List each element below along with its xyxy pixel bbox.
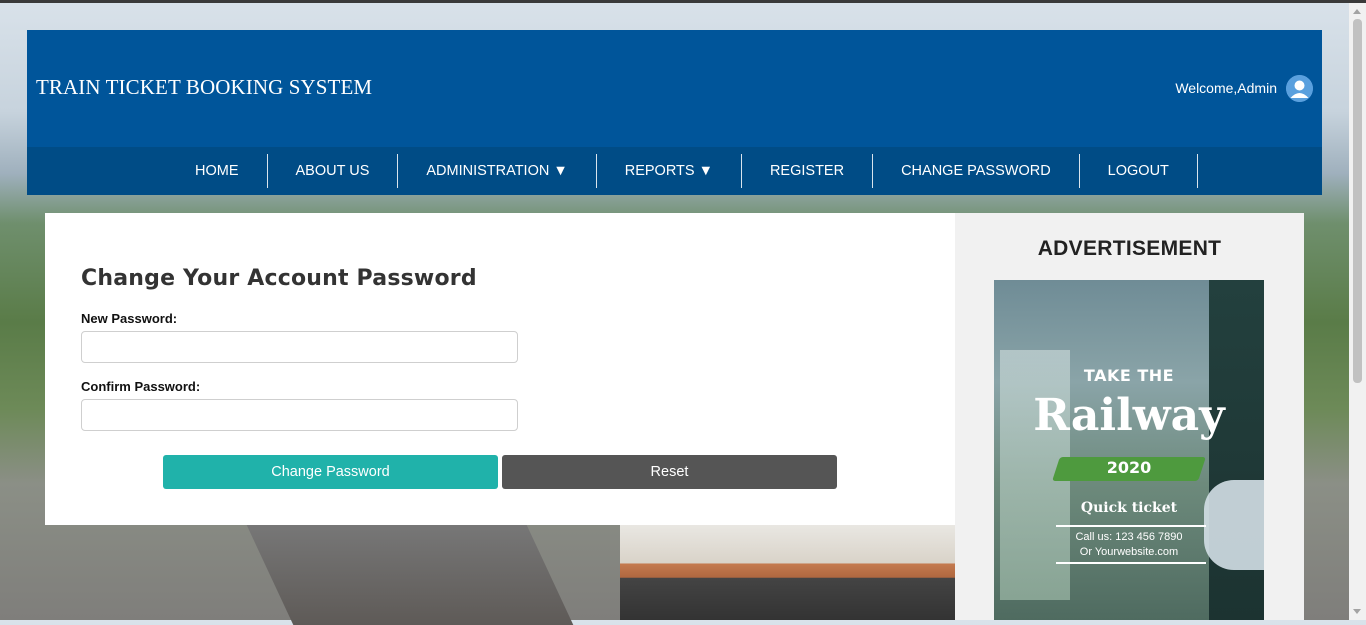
ad-text-quick-ticket: Quick ticket (1080, 500, 1178, 516)
nav-administration[interactable]: ADMINISTRATION ▼ (398, 154, 597, 188)
new-password-field[interactable] (81, 331, 518, 363)
scrollbar-thumb[interactable] (1353, 19, 1362, 383)
confirm-password-label: Confirm Password: (81, 379, 201, 394)
scroll-up-arrow-icon[interactable] (1353, 9, 1361, 14)
new-password-label: New Password: (81, 311, 178, 326)
nav-about-us[interactable]: ABOUT US (268, 154, 399, 188)
nav-logout[interactable]: LOGOUT (1080, 154, 1198, 188)
vertical-scrollbar[interactable] (1349, 3, 1366, 620)
page-title: Change Your Account Password (81, 266, 477, 291)
scroll-down-arrow-icon[interactable] (1353, 609, 1361, 614)
advertisement-title: ADVERTISEMENT (1037, 237, 1222, 260)
site-header: TRAIN TICKET BOOKING SYSTEM Welcome,Admi… (27, 30, 1322, 147)
ad-text-take-the: TAKE THE (1083, 366, 1175, 385)
ad-divider-top (1056, 525, 1206, 527)
ad-text-year: 2020 (1106, 458, 1152, 477)
change-password-button[interactable]: Change Password (163, 455, 498, 489)
nav-register[interactable]: REGISTER (742, 154, 874, 188)
welcome-text: Welcome,Admin (1175, 80, 1277, 96)
user-avatar-icon[interactable] (1286, 75, 1313, 102)
background-railway-track (246, 525, 574, 625)
ad-text-railway: Railway (1033, 390, 1225, 441)
background-train (620, 525, 955, 620)
ad-contact: Call us: 123 456 7890 Or Yourwebsite.com (994, 530, 1264, 560)
ad-divider-bottom (1056, 562, 1206, 564)
window-top-border (0, 0, 1366, 3)
nav-change-password[interactable]: CHANGE PASSWORD (873, 154, 1080, 188)
ad-phone: Call us: 123 456 7890 (1075, 531, 1183, 543)
ad-website: Or Yourwebsite.com (1079, 546, 1179, 558)
main-navigation: HOME ABOUT US ADMINISTRATION ▼ REPORTS ▼… (27, 147, 1322, 195)
change-password-card: Change Your Account Password New Passwor… (45, 213, 955, 525)
nav-home[interactable]: HOME (167, 154, 268, 188)
advertisement-sidebar: ADVERTISEMENT TAKE THE Railway 2020 Quic… (955, 213, 1304, 620)
site-title: TRAIN TICKET BOOKING SYSTEM (36, 75, 373, 99)
advertisement-banner[interactable]: TAKE THE Railway 2020 Quick ticket Call … (994, 280, 1264, 620)
nav-reports[interactable]: REPORTS ▼ (597, 154, 742, 188)
reset-button[interactable]: Reset (502, 455, 837, 489)
confirm-password-field[interactable] (81, 399, 518, 431)
